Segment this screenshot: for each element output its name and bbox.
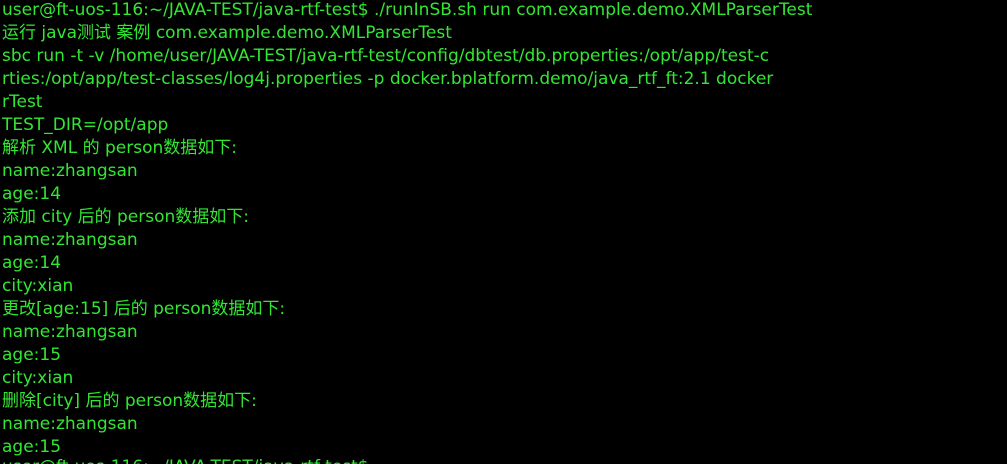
terminal-line: name:zhangsan (2, 230, 138, 250)
terminal-line: age:15 (2, 345, 62, 365)
terminal-line: 删除[city] 后的 person数据如下: (2, 391, 257, 411)
terminal-line: 添加 city 后的 person数据如下: (2, 207, 250, 227)
terminal-line: city:xian (2, 276, 74, 296)
terminal-line: 解析 XML 的 person数据如下: (2, 138, 237, 158)
terminal-window[interactable]: user@ft-uos-116:~/JAVA-TEST/java-rtf-tes… (0, 0, 1007, 464)
terminal-line: rTest (2, 92, 43, 112)
terminal-line: name:zhangsan (2, 322, 138, 342)
terminal-line: sbc run -t -v /home/user/JAVA-TEST/java-… (2, 46, 770, 66)
terminal-line: name:zhangsan (2, 414, 138, 434)
terminal-line: city:xian (2, 368, 74, 388)
terminal-line: age:14 (2, 184, 62, 204)
terminal-line: 运行 java测试 案例 com.example.demo.XMLParserT… (2, 23, 452, 43)
terminal-line: age:14 (2, 253, 62, 273)
terminal-line: 更改[age:15] 后的 person数据如下: (2, 299, 286, 319)
terminal-line: user@ft-uos-116:~/JAVA-TEST/java-rtf-tes… (2, 0, 813, 20)
terminal-line: rties:/opt/app/test-classes/log4j.proper… (2, 69, 774, 89)
terminal-line: TEST_DIR=/opt/app (2, 115, 169, 135)
terminal-line: name:zhangsan (2, 161, 138, 181)
terminal-prompt-line[interactable]: user@ft-uos-116:~/JAVA-TEST/java-rtf-tes… (2, 456, 369, 464)
